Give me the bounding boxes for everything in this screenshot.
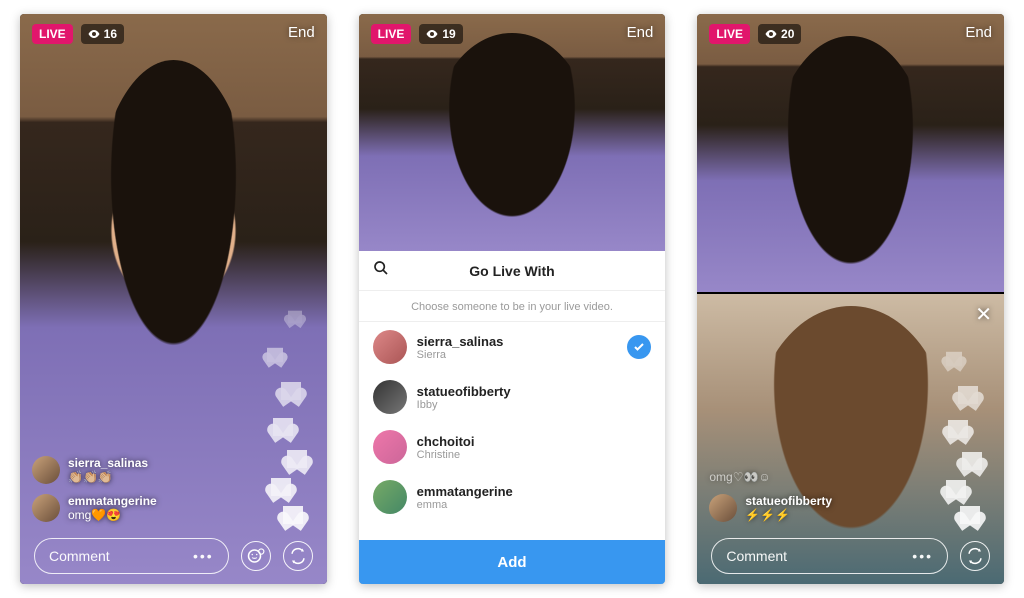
comment-placeholder: Comment: [49, 548, 110, 564]
comment-item: statueofibberty ⚡⚡⚡: [709, 494, 914, 522]
user-name: Sierra: [417, 349, 618, 361]
search-icon[interactable]: [373, 260, 389, 281]
panel-subtitle: Choose someone to be in your live video.: [359, 291, 666, 322]
live-badge: LIVE: [371, 24, 412, 44]
stream-footer: Comment •••: [20, 528, 327, 584]
end-button[interactable]: End: [627, 24, 654, 41]
presenter-silhouette: [94, 60, 253, 391]
more-icon[interactable]: •••: [193, 548, 214, 564]
user-list: sierra_salinas Sierra statueofibberty Ib…: [359, 322, 666, 540]
selected-check-icon: [627, 335, 651, 359]
viewer-count-badge: 19: [419, 24, 462, 44]
comment-username: sierra_salinas: [68, 456, 148, 470]
split-live-screen: ✕ LIVE 20 End omg♡👀☺ statueofibberty ⚡⚡⚡: [697, 14, 1004, 584]
flip-icon: [966, 547, 984, 565]
go-live-with-panel: Go Live With Choose someone to be in you…: [359, 251, 666, 584]
stream-header: LIVE 16 End: [20, 14, 327, 70]
panel-title: Go Live With: [371, 263, 654, 279]
add-button[interactable]: Add: [359, 540, 666, 584]
comment-item: omg♡👀☺: [709, 470, 914, 484]
more-icon[interactable]: •••: [912, 548, 933, 564]
comment-input[interactable]: Comment •••: [711, 538, 948, 574]
user-row[interactable]: emmatangerine emma: [359, 472, 666, 522]
comment-text: ⚡⚡⚡: [745, 508, 832, 522]
live-badge: LIVE: [32, 24, 73, 44]
comment-item: emmatangerine omg🧡😍: [32, 494, 237, 522]
user-row[interactable]: sierra_salinas Sierra: [359, 322, 666, 372]
comment-stream: sierra_salinas 👏🏼👏🏼👏🏼 emmatangerine omg🧡…: [32, 456, 237, 522]
avatar: [373, 380, 407, 414]
comment-text: omg🧡😍: [68, 508, 157, 522]
eye-icon: [426, 29, 438, 39]
user-handle: sierra_salinas: [417, 334, 618, 349]
comment-stream: omg♡👀☺ statueofibberty ⚡⚡⚡: [709, 470, 914, 522]
smiley-icon: [247, 547, 265, 565]
flip-icon: [289, 547, 307, 565]
comment-username: statueofibberty: [745, 494, 832, 508]
end-button[interactable]: End: [965, 24, 992, 41]
end-button[interactable]: End: [288, 24, 315, 41]
live-stream-screen: LIVE 16 End sierra_salinas 👏🏼👏🏼👏🏼 e: [20, 14, 327, 584]
comment-username: emmatangerine: [68, 494, 157, 508]
avatar: [373, 430, 407, 464]
comment-placeholder: Comment: [726, 548, 787, 564]
comment-text: 👏🏼👏🏼👏🏼: [68, 470, 148, 484]
avatar: [373, 330, 407, 364]
user-name: Christine: [417, 449, 652, 461]
avatar: [709, 494, 737, 522]
comment-input[interactable]: Comment •••: [34, 538, 229, 574]
comment-item: sierra_salinas 👏🏼👏🏼👏🏼: [32, 456, 237, 484]
stream-header: LIVE 19 End: [359, 14, 666, 70]
live-badge: LIVE: [709, 24, 750, 44]
stream-footer: Comment •••: [697, 528, 1004, 584]
stream-header: LIVE 20 End: [697, 14, 1004, 70]
user-handle: emmatangerine: [417, 484, 652, 499]
avatar: [32, 456, 60, 484]
user-name: emma: [417, 499, 652, 511]
face-filter-button[interactable]: [241, 541, 271, 571]
close-guest-button[interactable]: ✕: [975, 302, 992, 327]
avatar: [32, 494, 60, 522]
viewer-count-badge: 20: [758, 24, 801, 44]
user-name: Ibby: [417, 399, 652, 411]
avatar: [373, 480, 407, 514]
comment-text: omg♡👀☺: [709, 470, 770, 484]
user-handle: statueofibberty: [417, 384, 652, 399]
user-row[interactable]: statueofibberty Ibby: [359, 372, 666, 422]
eye-icon: [88, 29, 100, 39]
switch-camera-button[interactable]: [960, 541, 990, 571]
panel-header: Go Live With: [359, 251, 666, 291]
switch-camera-button[interactable]: [283, 541, 313, 571]
eye-icon: [765, 29, 777, 39]
user-handle: chchoitoi: [417, 434, 652, 449]
viewer-count-badge: 16: [81, 24, 124, 44]
invite-guest-screen: LIVE 19 End Go Live With Choose someone …: [359, 14, 666, 584]
user-row[interactable]: chchoitoi Christine: [359, 422, 666, 472]
